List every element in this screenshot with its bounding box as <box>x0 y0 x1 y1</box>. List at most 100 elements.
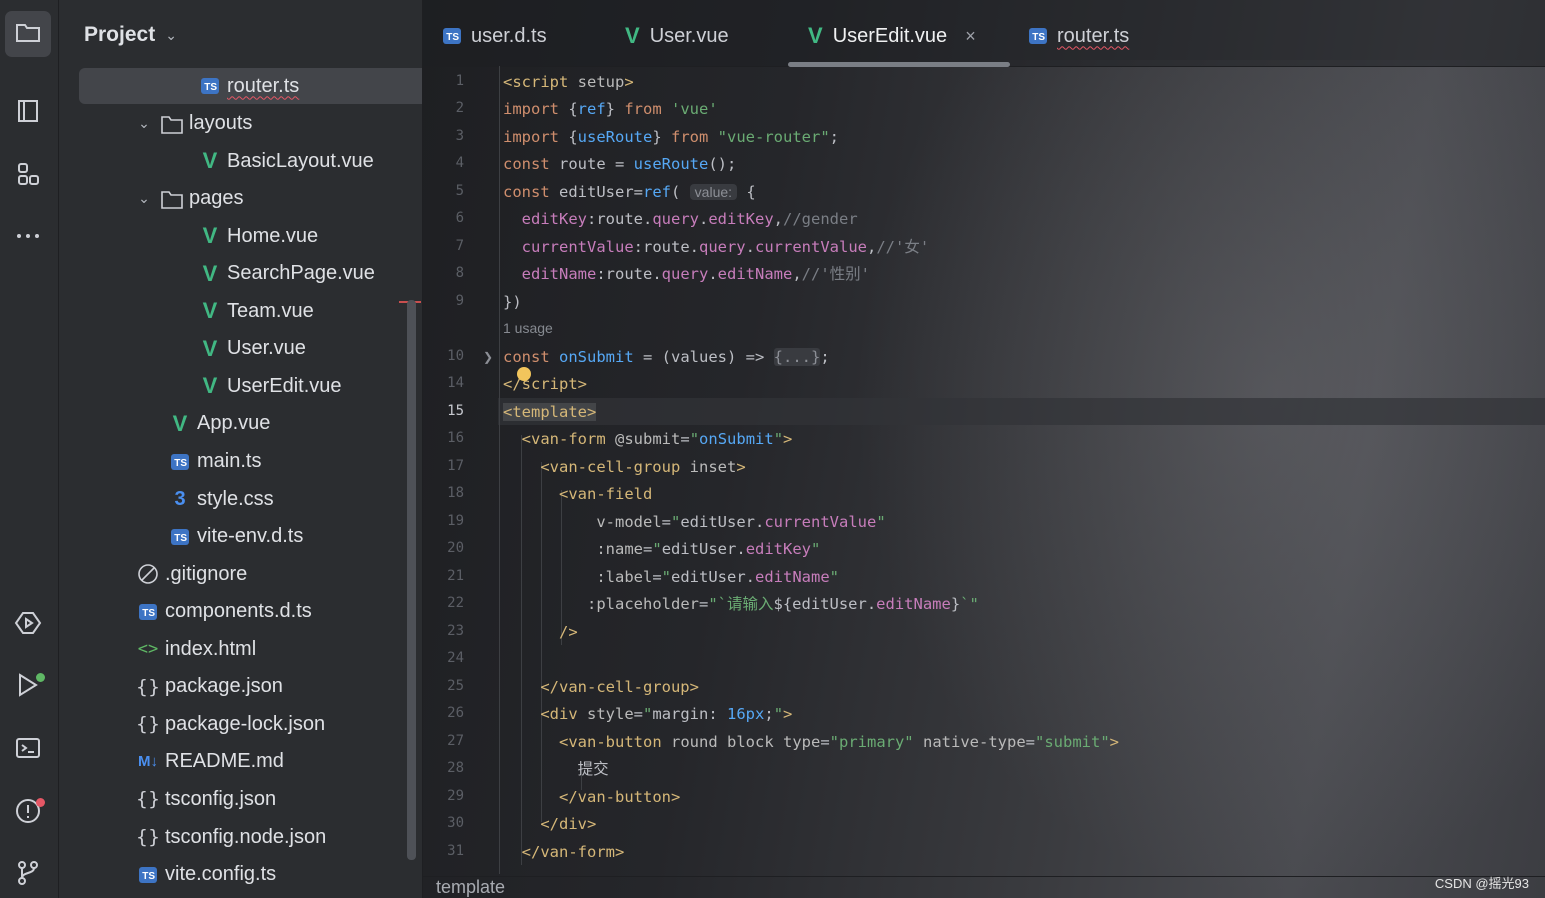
code-line[interactable]: import {ref} from 'vue' <box>503 96 718 122</box>
vue-file-icon: V <box>808 23 823 48</box>
code-line[interactable]: const route = useRoute(); <box>503 151 736 177</box>
code-line[interactable]: :label="editUser.editName" <box>503 564 839 590</box>
line-number: 30 <box>447 815 464 831</box>
plugins-icon <box>14 160 42 193</box>
code-line[interactable]: </van-button> <box>503 784 680 810</box>
tab-user-d-ts[interactable]: TS user.d.ts <box>443 20 547 52</box>
editor-area: TS user.d.ts V User.vue V UserEdit.vue × TS rout… <box>423 0 1545 898</box>
breadcrumb[interactable]: template <box>423 876 1545 898</box>
tree-file[interactable]: V Team.vue <box>59 293 422 329</box>
line-number: 20 <box>447 540 464 556</box>
more-tools-button[interactable] <box>5 215 51 261</box>
line-number: 14 <box>447 375 464 391</box>
code-line[interactable]: :placeholder="`请输入${editUser.editName}`" <box>503 591 979 617</box>
project-header[interactable]: Project ⌄ <box>84 20 177 50</box>
code-line[interactable]: }) <box>503 289 522 315</box>
code-line[interactable]: <van-cell-group inset> <box>503 454 745 480</box>
run-tool-button[interactable] <box>5 664 51 710</box>
tree-file[interactable]: {} package.json <box>59 669 422 705</box>
tree-file[interactable]: V Home.vue <box>59 218 422 254</box>
vue-file-icon: V <box>172 410 188 436</box>
line-number: 16 <box>447 430 464 446</box>
tree-file[interactable]: {} package-lock.json <box>59 706 422 742</box>
tree-file[interactable]: TS vite.config.ts <box>59 857 422 893</box>
code-line[interactable]: <template> <box>503 399 597 425</box>
tab-useredit-vue[interactable]: V UserEdit.vue × <box>808 20 976 52</box>
tree-file[interactable]: 3 style.css <box>59 481 422 517</box>
code-line[interactable]: editKey:route.query.editKey,//gender <box>503 206 858 232</box>
tab-router-ts[interactable]: TS router.ts <box>1029 20 1129 52</box>
code-line[interactable]: </script> <box>503 371 587 397</box>
chevron-down-icon[interactable]: ⌄ <box>137 115 151 132</box>
terminal-icon <box>14 734 42 767</box>
ignore-file-icon <box>137 563 159 585</box>
close-icon[interactable]: × <box>965 26 976 47</box>
code-line[interactable]: </div> <box>503 811 596 837</box>
tree-file[interactable]: {} tsconfig.node.json <box>59 819 422 855</box>
current-line-highlight <box>498 398 1545 425</box>
code-line[interactable]: <script setup> <box>503 69 634 95</box>
tree-file[interactable]: V UserEdit.vue <box>59 368 422 404</box>
services-icon <box>14 609 42 642</box>
plugins-tool-button[interactable] <box>5 153 51 199</box>
tree-file[interactable]: <> index.html <box>59 631 422 667</box>
code-line[interactable]: import {useRoute} from "vue-router"; <box>503 124 839 150</box>
code-line[interactable]: <van-field <box>503 481 652 507</box>
code-line[interactable]: <van-button round block type="primary" n… <box>503 729 1119 755</box>
tree-file[interactable]: .gitignore <box>59 556 422 592</box>
bookmarks-icon <box>14 97 42 130</box>
project-scrollbar[interactable] <box>407 300 416 860</box>
fold-arrow-icon[interactable]: ❯ <box>483 350 493 364</box>
code-line[interactable]: </van-cell-group> <box>503 674 699 700</box>
line-number: 6 <box>455 210 464 226</box>
tree-file[interactable]: V App.vue <box>59 406 422 442</box>
code-line[interactable]: const onSubmit = (values) => {...}; <box>503 344 830 370</box>
chevron-down-icon[interactable]: ⌄ <box>137 190 151 207</box>
tree-file[interactable]: V SearchPage.vue <box>59 256 422 292</box>
line-number: 7 <box>455 238 464 254</box>
tree-file[interactable]: {} tsconfig.json <box>59 781 422 817</box>
services-tool-button[interactable] <box>5 602 51 648</box>
tree-file[interactable]: TS router.ts <box>79 68 422 104</box>
line-number: 21 <box>447 568 464 584</box>
code-line[interactable]: </van-form> <box>503 839 625 865</box>
typescript-file-icon: TS <box>169 451 191 473</box>
code-line[interactable]: <van-form @submit="onSubmit"> <box>503 426 793 452</box>
code-line[interactable]: :name="editUser.editKey" <box>503 536 820 562</box>
vue-file-icon: V <box>202 373 218 399</box>
code-line[interactable]: const editUser=ref( value: { <box>503 179 756 205</box>
tree-file[interactable]: M↓ README.md <box>59 744 422 780</box>
tab-user-vue[interactable]: V User.vue <box>625 20 729 52</box>
lightbulb-icon[interactable] <box>517 367 531 381</box>
tree-item-label: package.json <box>165 675 283 698</box>
css-file-icon: 3 <box>174 487 186 510</box>
terminal-tool-button[interactable] <box>5 727 51 773</box>
tree-folder[interactable]: ⌄ pages <box>59 181 422 217</box>
tree-folder[interactable]: ⌄ layouts <box>59 106 422 142</box>
line-number: 25 <box>447 678 464 694</box>
git-icon <box>14 859 42 892</box>
tree-item-label: Home.vue <box>227 224 319 247</box>
code-line[interactable]: <div style="margin: 16px;"> <box>503 701 792 727</box>
code-line[interactable]: 提交 <box>503 756 609 782</box>
code-line[interactable]: v-model="editUser.currentValue" <box>503 509 885 535</box>
usage-hint[interactable]: 1 usage <box>503 320 553 336</box>
line-number: 28 <box>447 760 464 776</box>
tree-item-label: App.vue <box>197 412 271 435</box>
code-line[interactable]: editName:route.query.editName,//'性别' <box>503 261 870 287</box>
tree-file[interactable]: TS vite-env.d.ts <box>59 519 422 555</box>
tree-file[interactable]: TS components.d.ts <box>59 594 422 630</box>
tree-file[interactable]: TS main.ts <box>59 444 422 480</box>
problems-tool-button[interactable] <box>5 790 51 836</box>
line-number: 29 <box>447 788 464 804</box>
tree-file[interactable]: V User.vue <box>59 331 422 367</box>
activity-bar <box>0 0 59 898</box>
tree-file[interactable]: V BasicLayout.vue <box>59 143 422 179</box>
git-tool-button[interactable] <box>5 852 51 898</box>
code-line[interactable]: /> <box>503 619 578 645</box>
json-file-icon: {} <box>135 788 161 811</box>
line-number: 5 <box>455 183 464 199</box>
code-line[interactable]: currentValue:route.query.currentValue,//… <box>503 234 929 260</box>
structure-tool-button[interactable] <box>5 90 51 136</box>
project-tool-button[interactable] <box>5 11 51 57</box>
